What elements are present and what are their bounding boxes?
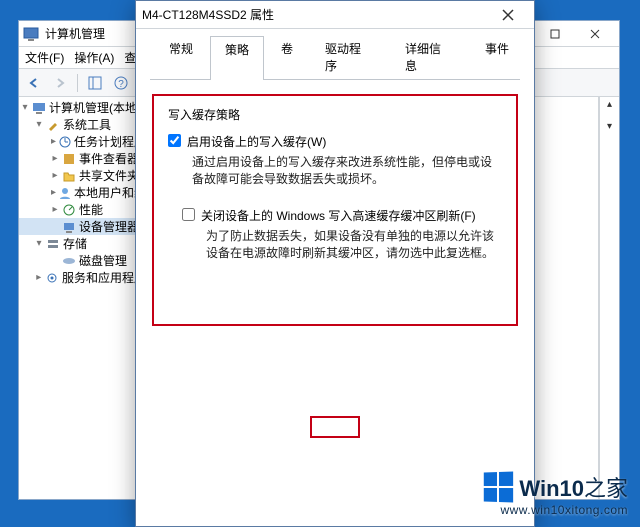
tab-events[interactable]: 事件	[470, 35, 524, 79]
device-properties-dialog: M4-CT128M4SSD2 属性 常规 策略 卷 驱动程序 详细信息 事件 写…	[135, 0, 535, 527]
enable-write-cache-label[interactable]: 启用设备上的写入缓存(W)	[187, 133, 326, 150]
tree-label: 共享文件夹	[79, 167, 139, 184]
menu-file[interactable]: 文件(F)	[25, 49, 64, 66]
toolbar-separator	[77, 74, 78, 92]
tab-strip: 常规 策略 卷 驱动程序 详细信息 事件	[136, 29, 534, 79]
watermark-brand-a: Win10	[519, 476, 584, 501]
tab-driver[interactable]: 驱动程序	[310, 35, 388, 79]
policy-legend: 写入缓存策略	[168, 106, 502, 123]
close-button[interactable]	[575, 23, 615, 45]
disable-flush-label[interactable]: 关闭设备上的 Windows 写入高速缓存缓冲区刷新(F)	[201, 207, 476, 224]
tree-label: 事件查看器	[79, 150, 139, 167]
flush-group: 关闭设备上的 Windows 写入高速缓存缓冲区刷新(F) 为了防止数据丢失，如…	[182, 207, 502, 263]
disable-flush-desc: 为了防止数据丢失，如果设备没有单独的电源以允许该设备在电源故障时刷新其缓冲区，请…	[206, 228, 502, 263]
users-icon	[58, 186, 72, 200]
write-cache-policy-group: 写入缓存策略 启用设备上的写入缓存(W) 通过启用设备上的写入缓存来改进系统性能…	[152, 94, 518, 326]
computer-icon	[31, 101, 47, 115]
storage-icon	[45, 237, 61, 251]
enable-write-cache-desc: 通过启用设备上的写入缓存来改进系统性能，但停电或设备故障可能会导致数据丢失或损坏…	[192, 154, 502, 189]
tree-root[interactable]: ▾ 计算机管理(本地)	[19, 99, 146, 116]
expand-icon[interactable]: ▸	[33, 272, 45, 283]
tab-general[interactable]: 常规	[154, 35, 208, 79]
tab-policies[interactable]: 策略	[210, 36, 264, 80]
actions-pane: ▴ ▾	[599, 97, 619, 499]
disk-icon	[61, 254, 77, 268]
clock-icon	[58, 135, 72, 149]
tree-label: 系统工具	[63, 116, 111, 133]
maximize-button[interactable]	[535, 23, 575, 45]
expand-icon[interactable]: ▸	[49, 187, 58, 198]
expand-icon[interactable]: ▸	[49, 136, 58, 147]
expand-icon[interactable]: ▸	[49, 204, 61, 215]
tree-label: 存储	[63, 235, 87, 252]
props-title: M4-CT128M4SSD2 属性	[142, 6, 488, 23]
expand-icon[interactable]: ▾	[33, 238, 45, 249]
tree-disk-mgmt[interactable]: 磁盘管理	[19, 252, 146, 269]
disable-flush-checkbox[interactable]	[182, 208, 195, 221]
props-body: 写入缓存策略 启用设备上的写入缓存(W) 通过启用设备上的写入缓存来改进系统性能…	[136, 80, 534, 526]
tree-label: 性能	[79, 201, 103, 218]
watermark-url: www.win10xitong.com	[483, 503, 628, 517]
toolbar-forward-button[interactable]	[49, 72, 71, 94]
watermark: Win10之家 www.win10xitong.com	[483, 471, 628, 517]
tab-volumes[interactable]: 卷	[266, 35, 308, 79]
expand-icon[interactable]: ▸	[49, 170, 61, 181]
disable-flush-row: 关闭设备上的 Windows 写入高速缓存缓冲区刷新(F)	[182, 207, 502, 224]
toolbar-back-button[interactable]	[23, 72, 45, 94]
tree-local-users[interactable]: ▸ 本地用户和组	[19, 184, 146, 201]
tree-label: 磁盘管理	[79, 252, 127, 269]
menu-action[interactable]: 操作(A)	[74, 49, 114, 66]
expand-icon[interactable]: ▾	[33, 119, 45, 130]
tree-task-scheduler[interactable]: ▸ 任务计划程序	[19, 133, 146, 150]
windows-logo-icon	[484, 472, 513, 503]
svg-text:?: ?	[118, 79, 124, 90]
folder-icon	[61, 169, 77, 183]
performance-icon	[61, 203, 77, 217]
tree-label: 设备管理器	[79, 218, 139, 235]
enable-write-cache-row: 启用设备上的写入缓存(W)	[168, 133, 502, 150]
watermark-logo: Win10之家	[483, 471, 628, 503]
dialog-buttons-highlight	[310, 416, 360, 438]
tree-shared-folders[interactable]: ▸ 共享文件夹	[19, 167, 146, 184]
watermark-brand-b: 之家	[584, 476, 628, 501]
close-button[interactable]	[488, 3, 528, 27]
props-titlebar: M4-CT128M4SSD2 属性	[136, 1, 534, 29]
scroll-down-icon[interactable]: ▾	[600, 119, 619, 133]
event-icon	[61, 152, 77, 166]
expand-icon[interactable]: ▸	[49, 153, 61, 164]
toolbar-tree-button[interactable]	[84, 72, 106, 94]
tree-system-tools[interactable]: ▾ 系统工具	[19, 116, 146, 133]
tree-performance[interactable]: ▸ 性能	[19, 201, 146, 218]
tree-label: 计算机管理(本地)	[49, 99, 141, 116]
tree-event-viewer[interactable]: ▸ 事件查看器	[19, 150, 146, 167]
services-icon	[45, 271, 60, 285]
nav-tree[interactable]: ▾ 计算机管理(本地) ▾ 系统工具 ▸ 任务计划程序 ▸ 事件查看器 ▸	[19, 97, 147, 499]
tree-device-manager[interactable]: 设备管理器	[19, 218, 146, 235]
watermark-brand: Win10之家	[519, 471, 628, 503]
scroll-up-icon[interactable]: ▴	[600, 97, 619, 111]
tree-services[interactable]: ▸ 服务和应用程序	[19, 269, 146, 286]
device-icon	[61, 220, 77, 234]
toolbar-help-button[interactable]: ?	[110, 72, 132, 94]
tab-details[interactable]: 详细信息	[390, 35, 468, 79]
tree-storage[interactable]: ▾ 存储	[19, 235, 146, 252]
enable-write-cache-checkbox[interactable]	[168, 134, 181, 147]
mgmt-app-icon	[23, 26, 39, 42]
tree-label: 服务和应用程序	[62, 269, 146, 286]
tools-icon	[45, 118, 61, 132]
expand-icon[interactable]: ▾	[19, 102, 31, 113]
